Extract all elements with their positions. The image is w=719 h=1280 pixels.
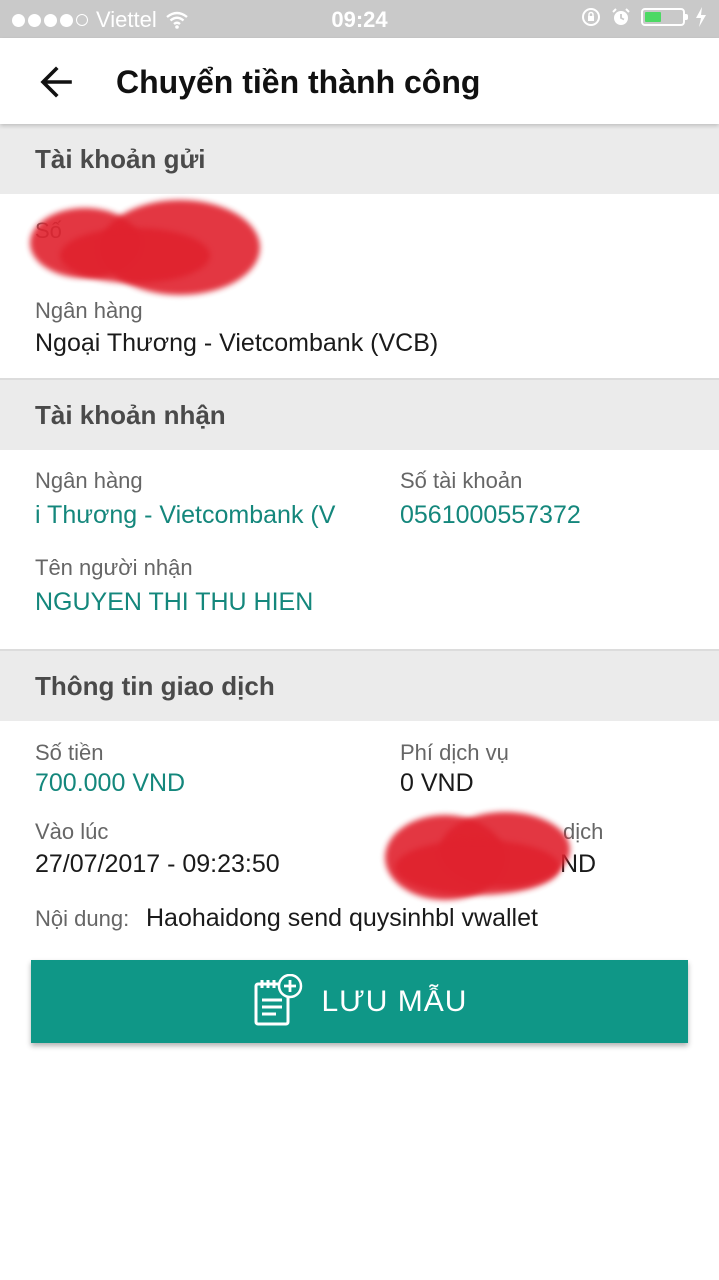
time-label: Vào lúc bbox=[35, 819, 109, 844]
app-bar: Chuyển tiền thành công bbox=[0, 38, 719, 124]
status-bar: Viettel 09:24 bbox=[0, 0, 719, 38]
content-value: Haohaidong send quysinhbl vwallet bbox=[146, 904, 538, 932]
note-add-icon bbox=[254, 973, 302, 1025]
receiver-section-header: Tài khoản nhận bbox=[0, 380, 719, 450]
receiver-bank-label: Ngân hàng bbox=[35, 468, 143, 493]
receiver-account-value: 0561000557372 bbox=[400, 501, 581, 529]
alarm-icon bbox=[612, 8, 630, 25]
time-value: 27/07/2017 - 09:23:50 bbox=[35, 850, 280, 878]
save-template-label: LƯU MẪU bbox=[321, 984, 468, 1018]
sender-section-header: Tài khoản gửi bbox=[0, 124, 719, 194]
sender-bank-label: Ngân hàng bbox=[35, 298, 143, 323]
transaction-code-label: dịch bbox=[563, 819, 604, 844]
sender-bank-value: Ngoại Thương - Vietcombank (VCB) bbox=[35, 329, 439, 357]
fee-label: Phí dịch vụ bbox=[400, 740, 509, 765]
receiver-account-label: Số tài khoản bbox=[400, 468, 523, 493]
receiver-name-value: NGUYEN THI THU HIEN bbox=[35, 588, 314, 616]
save-template-button-content: LƯU MẪU bbox=[31, 960, 688, 1043]
arrow-left-icon bbox=[40, 66, 72, 98]
receiver-name-label: Tên người nhận bbox=[35, 555, 193, 580]
redaction-mark bbox=[60, 228, 210, 283]
battery-level bbox=[645, 12, 662, 22]
status-right bbox=[581, 7, 707, 27]
save-template-button[interactable]: LƯU MẪU bbox=[31, 960, 688, 1043]
redaction-mark bbox=[395, 840, 560, 895]
back-button[interactable] bbox=[36, 62, 76, 102]
fee-value: 0 VND bbox=[400, 769, 474, 797]
receiver-bank-value: i Thương - Vietcombank (V bbox=[35, 501, 336, 529]
page-title: Chuyển tiền thành công bbox=[116, 64, 481, 100]
charging-icon bbox=[696, 7, 706, 27]
content-label: Nội dung: bbox=[35, 906, 130, 931]
transaction-section-header: Thông tin giao dịch bbox=[0, 651, 719, 721]
amount-label: Số tiền bbox=[35, 740, 104, 765]
battery-icon bbox=[641, 8, 688, 26]
amount-value: 700.000 VND bbox=[35, 769, 186, 797]
rotation-lock-icon bbox=[582, 8, 600, 26]
